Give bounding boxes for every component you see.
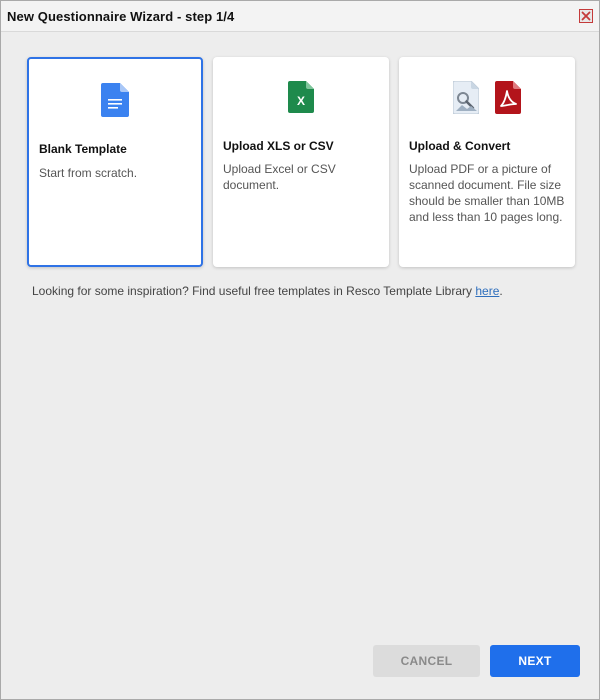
description-line: should be smaller than 10MB	[409, 194, 565, 208]
cancel-button[interactable]: CANCEL	[373, 645, 480, 677]
pdf-file-icon	[495, 81, 521, 119]
excel-file-icon: X	[288, 81, 314, 118]
description-line: Upload Excel or CSV	[223, 162, 336, 176]
close-icon	[581, 11, 591, 21]
image-file-icon	[452, 80, 480, 119]
next-button[interactable]: NEXT	[490, 645, 580, 677]
template-library-link[interactable]: here	[475, 284, 499, 298]
hint-text: Looking for some inspiration? Find usefu…	[32, 284, 476, 298]
hint-suffix: .	[499, 284, 503, 298]
title-bar: New Questionnaire Wizard - step 1/4	[1, 1, 599, 32]
upload-xls-card[interactable]: X Upload XLS or CSV Upload Excel or CSV …	[213, 57, 389, 267]
description-line: scanned document. File size	[409, 178, 562, 192]
card-description: Upload Excel or CSV document.	[223, 161, 336, 193]
upload-convert-card[interactable]: Upload & Convert Upload PDF or a picture…	[399, 57, 575, 267]
google-doc-icon	[101, 83, 129, 122]
card-description: Upload PDF or a picture of scanned docum…	[409, 161, 564, 225]
card-title: Blank Template	[39, 142, 127, 156]
window-title: New Questionnaire Wizard - step 1/4	[7, 9, 235, 24]
svg-text:X: X	[297, 94, 305, 108]
description-line: and less than 10 pages long.	[409, 210, 563, 224]
card-description: Start from scratch.	[39, 166, 138, 180]
description-line: Upload PDF or a picture of	[409, 162, 552, 176]
blank-template-card[interactable]: Blank Template Start from scratch.	[27, 57, 203, 267]
inspiration-hint: Looking for some inspiration? Find usefu…	[32, 284, 503, 298]
card-title: Upload & Convert	[409, 139, 511, 153]
wizard-window: New Questionnaire Wizard - step 1/4 Blan…	[0, 0, 600, 700]
description-line: document.	[223, 178, 280, 192]
close-button[interactable]	[579, 9, 593, 23]
card-title: Upload XLS or CSV	[223, 139, 334, 153]
